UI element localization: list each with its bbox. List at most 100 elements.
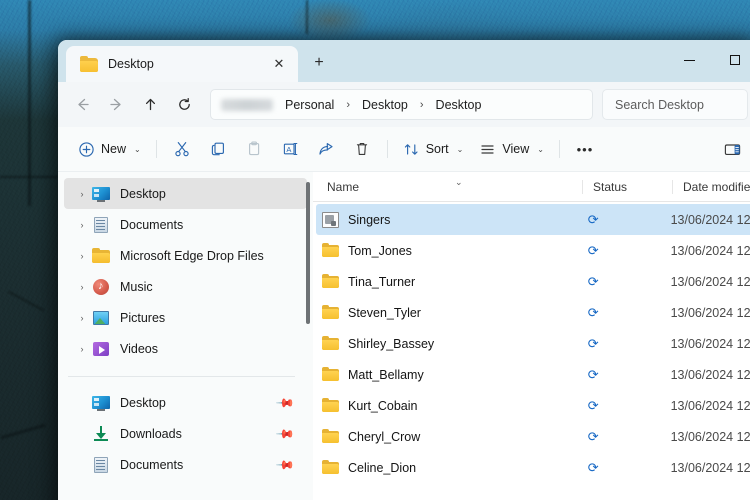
back-button[interactable] [66, 89, 98, 121]
sync-icon: ⟳ [587, 429, 599, 444]
view-button[interactable]: View ⌄ [471, 133, 552, 165]
column-headers: Name ⌄ Status Date modified [313, 172, 750, 202]
share-button[interactable] [308, 133, 344, 165]
navigation-pane: › Desktop › Documents › Microsoft Edge D… [58, 172, 313, 500]
more-options-button[interactable]: ••• [567, 133, 603, 165]
file-name-cell: Kurt_Cobain [322, 398, 570, 413]
breadcrumb[interactable]: Personal › Desktop › Desktop [210, 89, 593, 120]
chevron-right-icon: › [346, 98, 351, 111]
chevron-right-icon[interactable]: › [72, 313, 92, 323]
column-header-date-modified[interactable]: Date modified [672, 179, 750, 194]
chevron-right-icon[interactable]: › [72, 282, 92, 292]
file-name: Cheryl_Crow [348, 429, 421, 444]
sidebar-quick-documents[interactable]: Documents 📌 [64, 449, 307, 480]
maximize-button[interactable] [712, 40, 750, 80]
table-row[interactable]: Tom_Jones ⟳ 13/06/2024 12: [316, 235, 750, 266]
file-name-cell: Singers [322, 211, 570, 228]
pin-icon[interactable]: 📌 [275, 454, 295, 474]
breadcrumb-item-personal[interactable]: Personal [282, 96, 337, 114]
breadcrumb-item-desktop-2[interactable]: Desktop [433, 96, 485, 114]
pin-icon[interactable]: 📌 [275, 423, 295, 443]
chevron-right-icon[interactable]: › [72, 220, 92, 230]
delete-button[interactable] [344, 133, 380, 165]
sync-icon: ⟳ [587, 243, 599, 258]
status-cell: ⟳ [570, 244, 659, 257]
file-name-cell: Matt_Bellamy [322, 367, 570, 382]
column-header-status[interactable]: Status [582, 179, 672, 194]
close-icon[interactable]: ✕ [266, 51, 292, 77]
table-row[interactable]: Singers ⟳ 13/06/2024 12: [316, 204, 750, 235]
minimize-button[interactable] [666, 40, 712, 80]
table-row[interactable]: Celine_Dion ⟳ 13/06/2024 12: [316, 452, 750, 483]
table-row[interactable]: Cheryl_Crow ⟳ 13/06/2024 12: [316, 421, 750, 452]
date-modified-cell: 13/06/2024 12: [670, 429, 750, 444]
sidebar-item-edge-drop-files[interactable]: › Microsoft Edge Drop Files [64, 240, 307, 271]
sidebar-quick-desktop[interactable]: Desktop 📌 [64, 387, 307, 418]
table-row[interactable]: Shirley_Bassey ⟳ 13/06/2024 12: [316, 328, 750, 359]
chevron-down-icon: ⌄ [134, 144, 141, 154]
table-row[interactable]: Steven_Tyler ⟳ 13/06/2024 12: [316, 297, 750, 328]
sidebar-item-documents[interactable]: › Documents [64, 209, 307, 240]
date-modified-cell: 13/06/2024 12: [670, 336, 750, 351]
forward-button[interactable] [100, 89, 132, 121]
details-pane-button[interactable] [714, 133, 750, 165]
sidebar-item-desktop[interactable]: › Desktop [64, 178, 307, 209]
date-modified-cell: 13/06/2024 12: [670, 398, 750, 413]
folder-icon [80, 55, 98, 72]
trash-icon [356, 142, 367, 155]
file-name-cell: Tina_Turner [322, 274, 570, 289]
table-row[interactable]: Kurt_Cobain ⟳ 13/06/2024 12: [316, 390, 750, 421]
sort-icon [404, 143, 418, 155]
sidebar-item-pictures[interactable]: › Pictures [64, 302, 307, 333]
chevron-right-icon[interactable]: › [72, 189, 92, 199]
videos-icon [92, 340, 110, 358]
divider [386, 140, 388, 158]
column-header-name[interactable]: Name ⌄ [327, 176, 582, 194]
sidebar-quick-downloads[interactable]: Downloads 📌 [64, 418, 307, 449]
copy-button[interactable] [200, 133, 236, 165]
window-body: › Desktop › Documents › Microsoft Edge D… [58, 172, 750, 500]
sync-icon: ⟳ [587, 367, 599, 382]
sync-icon: ⟳ [587, 305, 599, 320]
chevron-right-icon[interactable]: › [72, 251, 92, 261]
table-row[interactable]: Matt_Bellamy ⟳ 13/06/2024 12: [316, 359, 750, 390]
breadcrumb-item-desktop-1[interactable]: Desktop [359, 96, 411, 114]
folder-icon [322, 398, 339, 413]
status-cell: ⟳ [570, 461, 659, 474]
pin-icon[interactable]: 📌 [275, 392, 295, 412]
new-tab-button[interactable]: + [304, 48, 334, 78]
file-list-pane: Name ⌄ Status Date modified Singers ⟳ 13… [313, 172, 750, 500]
sidebar-item-label: Documents [120, 457, 184, 472]
sort-button[interactable]: Sort ⌄ [395, 133, 472, 165]
rename-button[interactable]: A [272, 133, 308, 165]
folder-icon [92, 247, 110, 265]
sidebar-item-videos[interactable]: › Videos [64, 333, 307, 364]
table-row[interactable]: Tina_Turner ⟳ 13/06/2024 12: [316, 266, 750, 297]
refresh-button[interactable] [168, 89, 200, 121]
file-name: Tina_Turner [348, 274, 416, 289]
sort-indicator-icon: ⌄ [455, 176, 463, 187]
sync-icon: ⟳ [587, 398, 599, 413]
tab-desktop[interactable]: Desktop ✕ [66, 46, 298, 82]
sidebar-item-music[interactable]: › ♪ Music [64, 271, 307, 302]
music-icon: ♪ [92, 278, 110, 296]
downloads-icon [92, 425, 110, 443]
file-name: Matt_Bellamy [348, 367, 424, 382]
search-input[interactable] [615, 97, 735, 112]
status-cell: ⟳ [570, 337, 659, 350]
cut-button[interactable] [164, 133, 200, 165]
search-box[interactable] [602, 89, 748, 120]
status-cell: ⟳ [570, 430, 659, 443]
tab-title: Desktop [108, 57, 154, 71]
documents-icon [92, 456, 110, 474]
chevron-down-icon: ⌄ [456, 144, 464, 154]
folder-icon [322, 305, 339, 320]
chevron-right-icon[interactable]: › [72, 344, 92, 354]
navigation-bar: Personal › Desktop › Desktop [58, 82, 750, 127]
breadcrumb-redacted-item [221, 98, 273, 111]
new-button[interactable]: New ⌄ [70, 133, 149, 165]
sidebar-scrollbar[interactable] [306, 182, 310, 324]
up-button[interactable] [134, 89, 166, 121]
file-explorer-window: Desktop ✕ + Personal › Desktop › Desktop [58, 40, 750, 500]
paste-button[interactable] [236, 133, 272, 165]
